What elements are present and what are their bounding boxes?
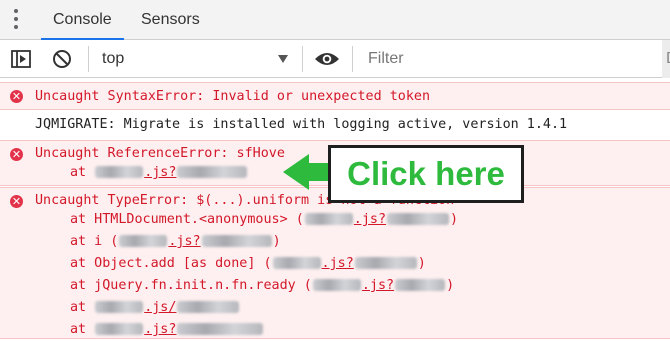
- console-error-row[interactable]: ✕ Uncaught SyntaxError: Invalid or unexp…: [0, 82, 670, 110]
- stack-frame-prefix: at: [70, 300, 95, 315]
- log-message: JQMIGRATE: Migrate is installed with log…: [35, 117, 568, 132]
- stack-frame: at .js?: [70, 162, 248, 184]
- callout-arrow-shaft: [307, 163, 329, 181]
- stack-frame-prefix: at i (: [70, 234, 119, 249]
- tab-console[interactable]: Console: [41, 0, 124, 40]
- stack-frame-suffix: ): [446, 278, 455, 293]
- stack-frame: at .js?: [70, 319, 264, 341]
- stack-frame: at HTMLDocument.<anonymous> ( .js?): [70, 209, 458, 231]
- error-icon: ✕: [10, 148, 23, 161]
- chevron-down-icon: [278, 55, 288, 63]
- source-link[interactable]: .js?: [118, 234, 272, 249]
- source-file: .js?: [321, 256, 354, 271]
- click-here-callout: Click here: [328, 145, 524, 203]
- stack-frame-prefix: at Object.add [as done] (: [70, 256, 272, 271]
- devtools-tab-bar: Console Sensors: [0, 0, 670, 40]
- console-messages: ✕ Uncaught SyntaxError: Invalid or unexp…: [0, 78, 670, 339]
- stack-frame-prefix: at HTMLDocument.<anonymous> (: [70, 212, 304, 227]
- stack-frame: at jQuery.fn.init.n.fn.ready ( .js?): [70, 275, 454, 297]
- source-file: .js?: [144, 165, 177, 180]
- clear-console-icon[interactable]: [52, 49, 72, 73]
- source-link[interactable]: .js?: [304, 212, 450, 227]
- live-expression-eye-icon[interactable]: [314, 50, 340, 72]
- source-file: .js?: [168, 234, 201, 249]
- console-error-row[interactable]: ✕ Uncaught TypeError: $(...).uniform is …: [0, 187, 670, 339]
- source-file: .js?: [353, 212, 387, 227]
- stack-frame-suffix: ): [417, 256, 426, 271]
- context-selector[interactable]: top: [98, 44, 292, 74]
- context-value: top: [102, 50, 125, 67]
- source-file: .js/: [144, 300, 177, 315]
- source-link[interactable]: .js/: [94, 300, 240, 315]
- stack-frame-prefix: at: [70, 165, 95, 180]
- stack-frame-suffix: ): [272, 234, 281, 249]
- tab-sensors[interactable]: Sensors: [141, 0, 200, 40]
- console-log-row[interactable]: JQMIGRATE: Migrate is installed with log…: [0, 111, 670, 139]
- show-sidebar-icon[interactable]: [11, 50, 31, 72]
- more-options-icon[interactable]: [13, 9, 19, 31]
- error-icon: ✕: [10, 195, 23, 208]
- stack-frame: at i ( .js?): [70, 231, 281, 253]
- toolbar-divider: [302, 46, 303, 72]
- stack-frame-prefix: at jQuery.fn.init.n.fn.ready (: [70, 278, 312, 293]
- source-file: .js?: [144, 322, 177, 337]
- source-link[interactable]: .js?: [312, 278, 446, 293]
- left-arrow-icon: [283, 154, 309, 190]
- source-file: .js?: [361, 278, 395, 293]
- toolbar-divider: [352, 46, 353, 72]
- log-levels-dropdown[interactable]: D: [662, 40, 670, 78]
- stack-frame: at .js/: [70, 297, 240, 319]
- stack-frame-prefix: at: [70, 322, 95, 337]
- source-link[interactable]: .js?: [272, 256, 418, 271]
- stack-frame-suffix: ): [450, 212, 459, 227]
- console-toolbar: top D: [0, 40, 670, 78]
- error-message: Uncaught SyntaxError: Invalid or unexpec…: [35, 89, 431, 104]
- error-icon: ✕: [10, 90, 23, 103]
- source-link[interactable]: .js?: [94, 165, 248, 180]
- toolbar-divider: [88, 46, 89, 72]
- source-link[interactable]: .js?: [94, 322, 264, 337]
- stack-frame: at Object.add [as done] ( .js?): [70, 253, 426, 275]
- filter-input[interactable]: [362, 45, 670, 73]
